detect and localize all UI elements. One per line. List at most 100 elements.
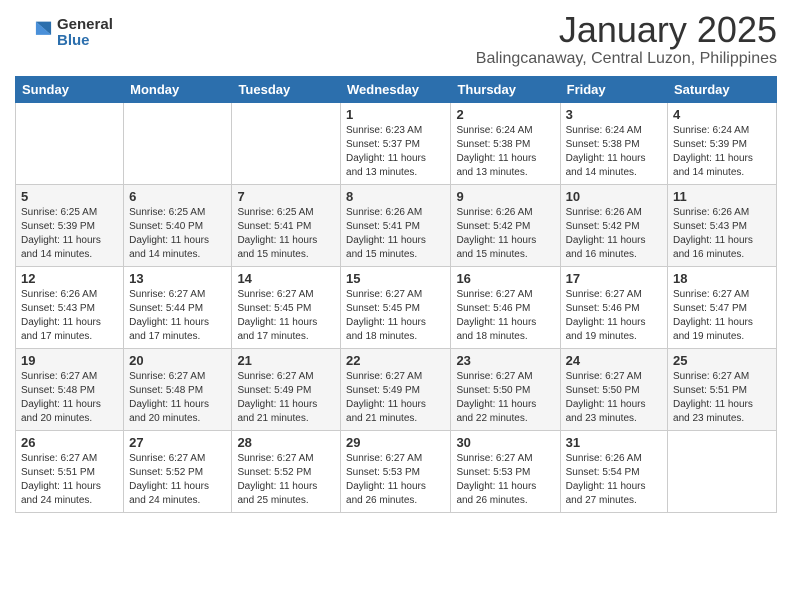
day-info-21: Sunrise: 6:27 AM Sunset: 5:49 PM Dayligh… — [237, 370, 335, 426]
day-info-22: Sunrise: 6:27 AM Sunset: 5:49 PM Dayligh… — [346, 370, 445, 426]
header-wednesday: Wednesday — [341, 76, 451, 102]
day-info-3: Sunrise: 6:24 AM Sunset: 5:38 PM Dayligh… — [566, 124, 662, 180]
logo-general-text: General — [57, 17, 113, 34]
header-friday: Friday — [560, 76, 667, 102]
day-number-17: 17 — [566, 271, 662, 286]
week-row-2: 5 Sunrise: 6:25 AM Sunset: 5:39 PM Daylig… — [16, 184, 777, 266]
day-number-13: 13 — [129, 271, 226, 286]
header-sunday: Sunday — [16, 76, 124, 102]
calendar-cell-w5-d4: 30 Sunrise: 6:27 AM Sunset: 5:53 PM Dayli… — [451, 430, 560, 512]
day-info-19: Sunrise: 6:27 AM Sunset: 5:48 PM Dayligh… — [21, 370, 118, 426]
calendar-cell-w3-d3: 15Sunrise: 6:27 AM Sunset: 5:45 PM Dayli… — [341, 266, 451, 348]
calendar-cell-w3-d4: 16 Sunrise: 6:27 AM Sunset: 5:46 PM Dayli… — [451, 266, 560, 348]
day-number-3: 3 — [566, 107, 662, 122]
day-number-24: 24 — [566, 353, 662, 368]
day-info-6: Sunrise: 6:25 AM Sunset: 5:40 PM Dayligh… — [129, 206, 226, 262]
day-info-20: Sunrise: 6:27 AM Sunset: 5:48 PM Dayligh… — [129, 370, 226, 426]
calendar-cell-w3-d0: 12Sunrise: 6:26 AM Sunset: 5:43 PM Dayli… — [16, 266, 124, 348]
day-info-9: Sunrise: 6:26 AM Sunset: 5:42 PM Dayligh… — [456, 206, 554, 262]
week-row-5: 26Sunrise: 6:27 AM Sunset: 5:51 PM Dayli… — [16, 430, 777, 512]
day-info-28: Sunrise: 6:27 AM Sunset: 5:52 PM Dayligh… — [237, 452, 335, 508]
day-number-8: 8 — [346, 189, 445, 204]
calendar-cell-w4-d0: 19 Sunrise: 6:27 AM Sunset: 5:48 PM Dayli… — [16, 348, 124, 430]
day-info-12: Sunrise: 6:26 AM Sunset: 5:43 PM Dayligh… — [21, 288, 118, 344]
day-number-16: 16 — [456, 271, 554, 286]
calendar-cell-w2-d2: 7Sunrise: 6:25 AM Sunset: 5:41 PM Daylig… — [232, 184, 341, 266]
day-number-1: 1 — [346, 107, 445, 122]
calendar-cell-w5-d1: 27 Sunrise: 6:27 AM Sunset: 5:52 PM Dayli… — [124, 430, 232, 512]
calendar-cell-w4-d2: 21 Sunrise: 6:27 AM Sunset: 5:49 PM Dayli… — [232, 348, 341, 430]
day-number-30: 30 — [456, 435, 554, 450]
day-info-14: Sunrise: 6:27 AM Sunset: 5:45 PM Dayligh… — [237, 288, 335, 344]
calendar-cell-w3-d5: 17 Sunrise: 6:27 AM Sunset: 5:46 PM Dayli… — [560, 266, 667, 348]
calendar-cell-w4-d4: 23 Sunrise: 6:27 AM Sunset: 5:50 PM Dayli… — [451, 348, 560, 430]
day-number-20: 20 — [129, 353, 226, 368]
day-info-7: Sunrise: 6:25 AM Sunset: 5:41 PM Dayligh… — [237, 206, 335, 262]
day-number-11: 11 — [673, 189, 771, 204]
day-number-4: 4 — [673, 107, 771, 122]
day-number-21: 21 — [237, 353, 335, 368]
calendar-cell-w2-d4: 9Sunrise: 6:26 AM Sunset: 5:42 PM Daylig… — [451, 184, 560, 266]
calendar-cell-w3-d2: 14 Sunrise: 6:27 AM Sunset: 5:45 PM Dayli… — [232, 266, 341, 348]
calendar-cell-w2-d6: 11 Sunrise: 6:26 AM Sunset: 5:43 PM Dayli… — [668, 184, 777, 266]
day-info-29: Sunrise: 6:27 AM Sunset: 5:53 PM Dayligh… — [346, 452, 445, 508]
week-row-1: 1 Sunrise: 6:23 AM Sunset: 5:37 PM Daylig… — [16, 102, 777, 184]
main-title: January 2025 — [476, 10, 777, 50]
calendar-table: Sunday Monday Tuesday Wednesday Thursday… — [15, 76, 777, 513]
day-info-8: Sunrise: 6:26 AM Sunset: 5:41 PM Dayligh… — [346, 206, 445, 262]
day-number-2: 2 — [456, 107, 554, 122]
calendar-cell-w1-d2 — [232, 102, 341, 184]
day-info-5: Sunrise: 6:25 AM Sunset: 5:39 PM Dayligh… — [21, 206, 118, 262]
calendar-cell-w1-d5: 3 Sunrise: 6:24 AM Sunset: 5:38 PM Daylig… — [560, 102, 667, 184]
calendar-cell-w1-d4: 2 Sunrise: 6:24 AM Sunset: 5:38 PM Daylig… — [451, 102, 560, 184]
day-info-26: Sunrise: 6:27 AM Sunset: 5:51 PM Dayligh… — [21, 452, 118, 508]
day-number-29: 29 — [346, 435, 445, 450]
day-info-18: Sunrise: 6:27 AM Sunset: 5:47 PM Dayligh… — [673, 288, 771, 344]
day-info-23: Sunrise: 6:27 AM Sunset: 5:50 PM Dayligh… — [456, 370, 554, 426]
header-tuesday: Tuesday — [232, 76, 341, 102]
day-number-6: 6 — [129, 189, 226, 204]
day-info-16: Sunrise: 6:27 AM Sunset: 5:46 PM Dayligh… — [456, 288, 554, 344]
logo-icon — [15, 14, 53, 52]
day-info-1: Sunrise: 6:23 AM Sunset: 5:37 PM Dayligh… — [346, 124, 445, 180]
page: General Blue January 2025 Balingcanaway,… — [0, 0, 792, 612]
calendar-cell-w4-d5: 24Sunrise: 6:27 AM Sunset: 5:50 PM Dayli… — [560, 348, 667, 430]
header: General Blue January 2025 Balingcanaway,… — [15, 10, 777, 68]
calendar-cell-w3-d1: 13 Sunrise: 6:27 AM Sunset: 5:44 PM Dayli… — [124, 266, 232, 348]
day-info-10: Sunrise: 6:26 AM Sunset: 5:42 PM Dayligh… — [566, 206, 662, 262]
day-info-13: Sunrise: 6:27 AM Sunset: 5:44 PM Dayligh… — [129, 288, 226, 344]
logo-text: General Blue — [57, 17, 113, 50]
day-number-27: 27 — [129, 435, 226, 450]
calendar-cell-w2-d3: 8 Sunrise: 6:26 AM Sunset: 5:41 PM Daylig… — [341, 184, 451, 266]
day-number-18: 18 — [673, 271, 771, 286]
header-thursday: Thursday — [451, 76, 560, 102]
calendar-header-row: Sunday Monday Tuesday Wednesday Thursday… — [16, 76, 777, 102]
calendar-cell-w5-d6 — [668, 430, 777, 512]
calendar-cell-w1-d1 — [124, 102, 232, 184]
day-info-17: Sunrise: 6:27 AM Sunset: 5:46 PM Dayligh… — [566, 288, 662, 344]
week-row-3: 12Sunrise: 6:26 AM Sunset: 5:43 PM Dayli… — [16, 266, 777, 348]
calendar-cell-w5-d0: 26Sunrise: 6:27 AM Sunset: 5:51 PM Dayli… — [16, 430, 124, 512]
day-info-2: Sunrise: 6:24 AM Sunset: 5:38 PM Dayligh… — [456, 124, 554, 180]
day-number-23: 23 — [456, 353, 554, 368]
logo: General Blue — [15, 14, 113, 52]
title-block: January 2025 Balingcanaway, Central Luzo… — [476, 10, 777, 68]
subtitle: Balingcanaway, Central Luzon, Philippine… — [476, 50, 777, 68]
header-saturday: Saturday — [668, 76, 777, 102]
day-info-30: Sunrise: 6:27 AM Sunset: 5:53 PM Dayligh… — [456, 452, 554, 508]
calendar-cell-w1-d0 — [16, 102, 124, 184]
day-info-11: Sunrise: 6:26 AM Sunset: 5:43 PM Dayligh… — [673, 206, 771, 262]
day-number-25: 25 — [673, 353, 771, 368]
day-info-27: Sunrise: 6:27 AM Sunset: 5:52 PM Dayligh… — [129, 452, 226, 508]
calendar-cell-w1-d3: 1 Sunrise: 6:23 AM Sunset: 5:37 PM Daylig… — [341, 102, 451, 184]
calendar-cell-w1-d6: 4Sunrise: 6:24 AM Sunset: 5:39 PM Daylig… — [668, 102, 777, 184]
day-number-5: 5 — [21, 189, 118, 204]
day-info-15: Sunrise: 6:27 AM Sunset: 5:45 PM Dayligh… — [346, 288, 445, 344]
day-number-22: 22 — [346, 353, 445, 368]
day-number-19: 19 — [21, 353, 118, 368]
calendar-cell-w3-d6: 18 Sunrise: 6:27 AM Sunset: 5:47 PM Dayli… — [668, 266, 777, 348]
day-number-14: 14 — [237, 271, 335, 286]
logo-blue-text: Blue — [57, 33, 113, 50]
day-number-31: 31 — [566, 435, 662, 450]
calendar-cell-w5-d3: 29 Sunrise: 6:27 AM Sunset: 5:53 PM Dayli… — [341, 430, 451, 512]
